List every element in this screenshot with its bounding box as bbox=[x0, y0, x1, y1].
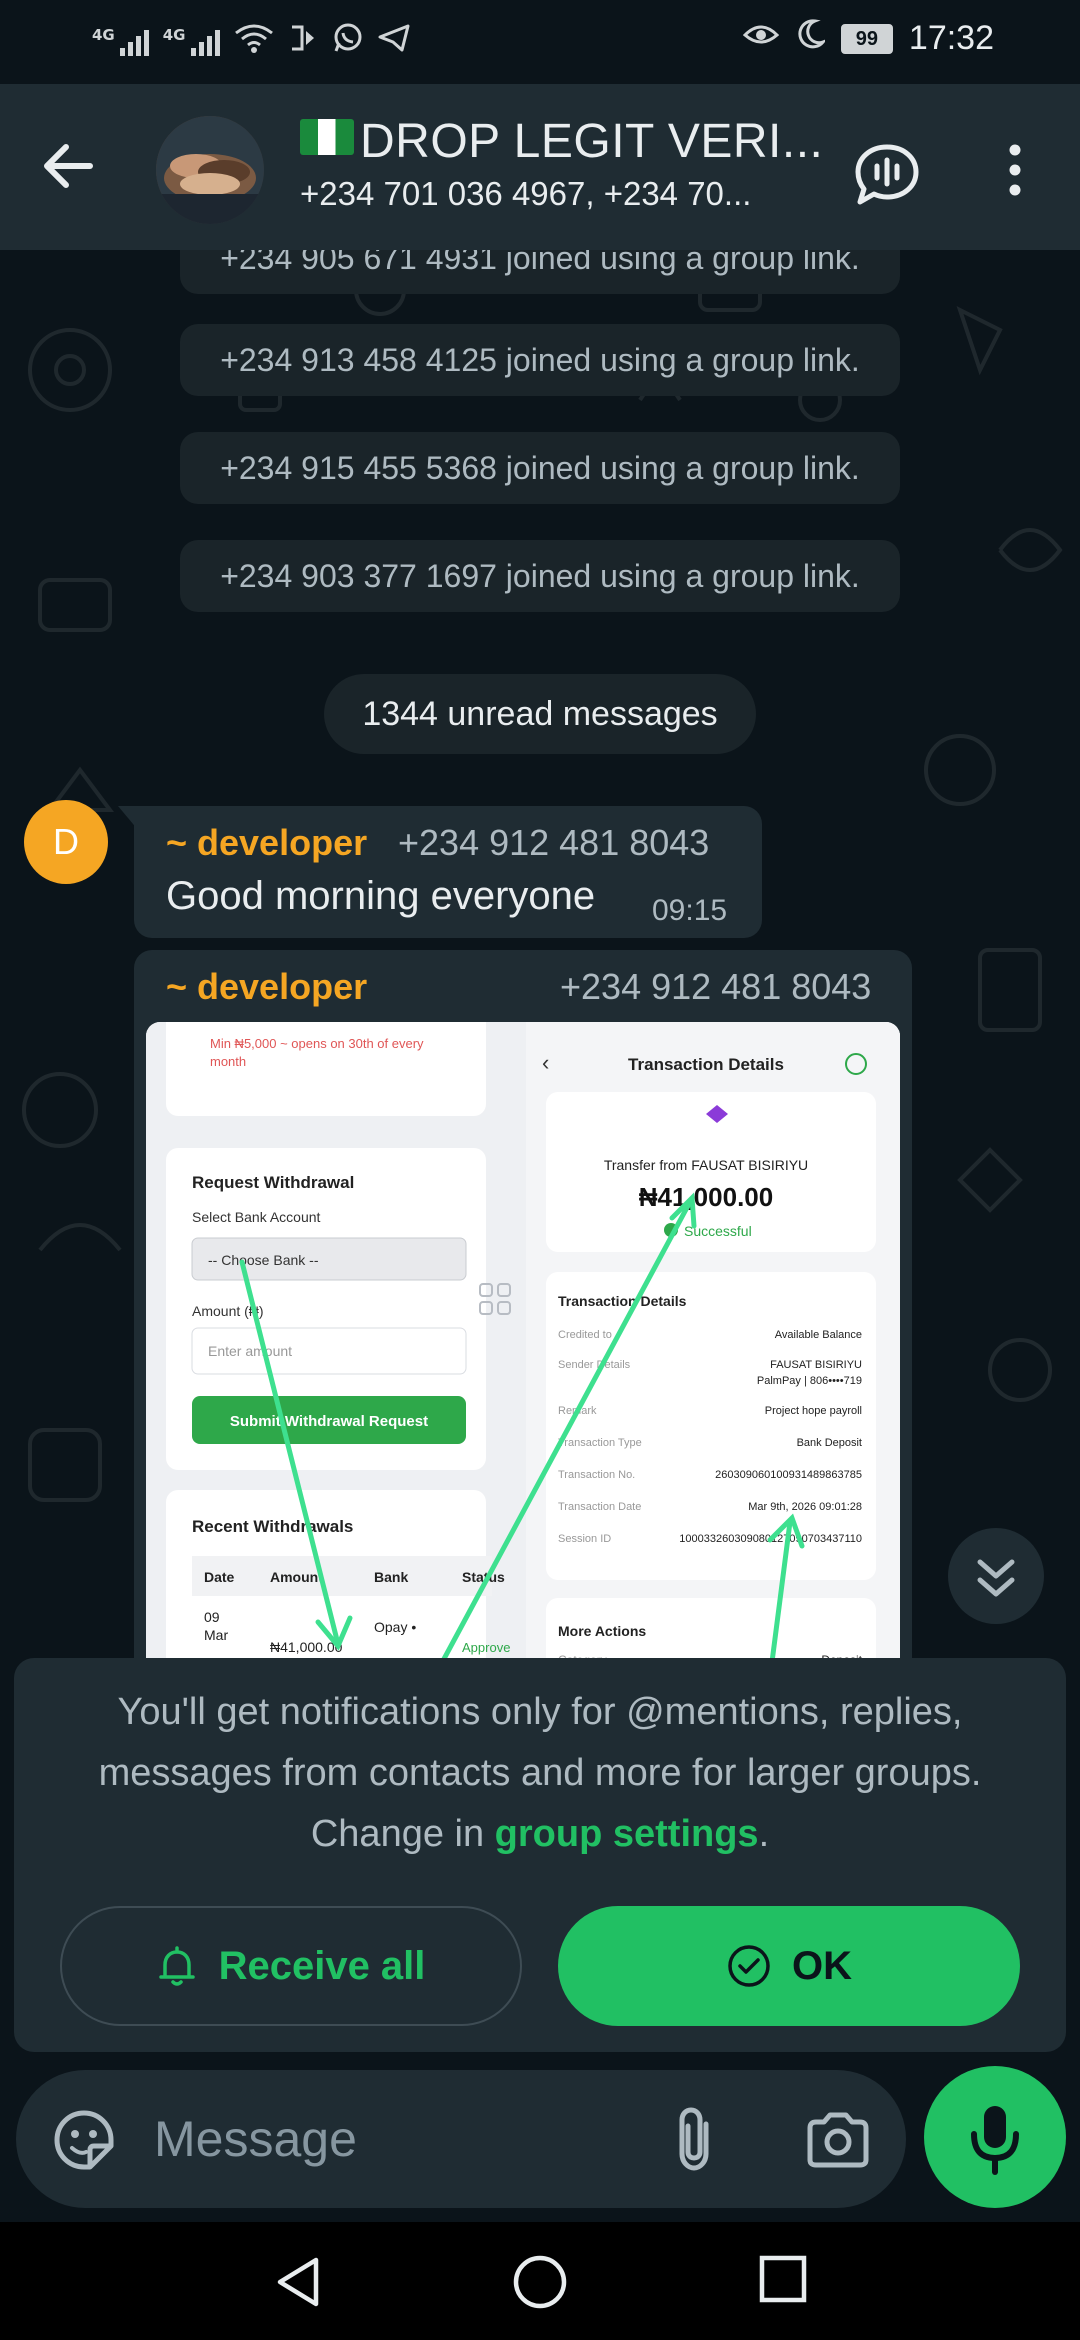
svg-text:PalmPay | 806••••719: PalmPay | 806••••719 bbox=[757, 1375, 862, 1387]
svg-text:Transaction Date: Transaction Date bbox=[558, 1501, 641, 1513]
select-bank-label: Select Bank Account bbox=[192, 1209, 321, 1225]
svg-text:Credited to: Credited to bbox=[558, 1329, 612, 1341]
clock: 17:32 bbox=[908, 19, 994, 57]
svg-text:Bank Deposit: Bank Deposit bbox=[797, 1437, 862, 1449]
status-icons-left: 4G 4G bbox=[92, 22, 410, 59]
back-arrow-icon[interactable] bbox=[38, 136, 98, 196]
recent-withdrawals-title: Recent Withdrawals bbox=[192, 1517, 353, 1536]
more-actions-title: More Actions bbox=[558, 1623, 646, 1639]
transfer-from: Transfer from FAUSAT BISIRIYU bbox=[604, 1157, 808, 1173]
svg-text:Sender Details: Sender Details bbox=[558, 1359, 631, 1371]
chat-header: DROP LEGIT VERI... +234 701 036 4967, +2… bbox=[0, 84, 1080, 250]
unread-messages-banner: 1344 unread messages bbox=[324, 674, 756, 754]
svg-text:Session ID: Session ID bbox=[558, 1533, 611, 1545]
nav-back-triangle-icon[interactable] bbox=[272, 2254, 326, 2315]
message-input[interactable] bbox=[154, 2104, 654, 2174]
group-settings-link[interactable]: group settings bbox=[495, 1813, 759, 1855]
status-icons-right: 99 17:32 bbox=[742, 18, 994, 59]
battery-indicator: 99 bbox=[840, 23, 893, 54]
ok-label: OK bbox=[792, 1943, 852, 1988]
camera-icon[interactable] bbox=[806, 2112, 870, 2173]
row-month: Mar bbox=[204, 1627, 228, 1643]
nigeria-flag-icon bbox=[300, 119, 354, 155]
notification-notice-card: You'll get notifications only for @menti… bbox=[14, 1658, 1066, 2052]
notice-period: . bbox=[758, 1813, 770, 1855]
more-options-icon[interactable] bbox=[1000, 140, 1030, 200]
row-bank: Opay • bbox=[374, 1619, 416, 1635]
receive-all-button[interactable]: Receive all bbox=[60, 1906, 522, 2026]
sender-name[interactable]: ~ developer bbox=[166, 822, 367, 864]
whatsapp-notification-icon bbox=[332, 22, 364, 59]
svg-text:Project hope payroll: Project hope payroll bbox=[765, 1405, 862, 1417]
group-title: DROP LEGIT VERI... bbox=[300, 114, 820, 169]
row-status: Approve bbox=[462, 1640, 510, 1655]
td-back-icon: ‹ bbox=[542, 1050, 549, 1075]
table-header-date: Date bbox=[204, 1569, 235, 1585]
sender-name[interactable]: ~ developer bbox=[166, 966, 367, 1008]
notice-text: You'll get notifications only for @menti… bbox=[54, 1682, 1026, 1865]
system-message: +234 915 455 5368 joined using a group l… bbox=[180, 432, 900, 504]
ok-button[interactable]: OK bbox=[558, 1906, 1020, 2026]
system-navigation-bar bbox=[0, 2222, 1080, 2340]
table-header-amount: Amount bbox=[270, 1569, 323, 1585]
paperclip-attach-icon[interactable] bbox=[670, 2106, 718, 2177]
svg-text:Mar 9th, 2026 09:01:28: Mar 9th, 2026 09:01:28 bbox=[748, 1501, 862, 1513]
details-section-title: Transaction Details bbox=[558, 1293, 687, 1309]
nav-recents-square-icon[interactable] bbox=[758, 2254, 808, 2309]
emoji-sticker-icon[interactable] bbox=[52, 2108, 116, 2177]
cell-signal-2-icon: 4G bbox=[163, 26, 220, 56]
eye-comfort-icon bbox=[742, 19, 780, 58]
microphone-icon bbox=[971, 2106, 1019, 2175]
message-composer bbox=[16, 2070, 906, 2208]
sender-phone: +234 912 481 8043 bbox=[560, 966, 872, 1007]
message-time: 09:15 bbox=[652, 894, 728, 927]
double-chevron-down-icon bbox=[977, 1559, 1015, 1597]
scroll-to-bottom-button[interactable] bbox=[948, 1528, 1044, 1624]
message-bubble[interactable]: ~ developer +234 912 481 8043 Good morni… bbox=[134, 806, 762, 938]
receive-all-label: Receive all bbox=[218, 1943, 426, 1988]
voice-message-button[interactable] bbox=[924, 2066, 1066, 2208]
cell-signal-1-icon: 4G bbox=[92, 26, 149, 56]
request-withdrawal-title: Request Withdrawal bbox=[192, 1173, 354, 1192]
cast-icon bbox=[288, 23, 318, 58]
svg-text:260309060100931489863785: 260309060100931489863785 bbox=[715, 1469, 862, 1481]
min-note: Min ₦5,000 ~ opens on 30th of every bbox=[210, 1036, 424, 1051]
system-message: +234 903 377 1697 joined using a group l… bbox=[180, 540, 900, 612]
svg-text:Transaction No.: Transaction No. bbox=[558, 1469, 635, 1481]
voice-chat-icon[interactable] bbox=[854, 144, 920, 205]
system-message: +234 905 671 4931 joined using a group l… bbox=[180, 250, 900, 294]
status-bar: 4G 4G 99 17:32 bbox=[0, 0, 1080, 84]
bell-icon bbox=[158, 1946, 195, 1986]
min-note-2: month bbox=[210, 1054, 246, 1069]
group-avatar[interactable] bbox=[156, 116, 264, 224]
system-message: +234 913 458 4125 joined using a group l… bbox=[180, 324, 900, 396]
nav-home-circle-icon[interactable] bbox=[512, 2254, 568, 2315]
submit-withdrawal-button: Submit Withdrawal Request bbox=[230, 1413, 428, 1430]
amount-placeholder: Enter amount bbox=[208, 1343, 292, 1359]
svg-text:Transaction Type: Transaction Type bbox=[558, 1437, 642, 1449]
transaction-details-title: Transaction Details bbox=[628, 1055, 784, 1074]
wifi-icon bbox=[234, 23, 274, 59]
group-info[interactable]: DROP LEGIT VERI... +234 701 036 4967, +2… bbox=[300, 114, 820, 213]
telegram-notification-icon bbox=[378, 23, 410, 58]
check-circle-icon bbox=[728, 1945, 770, 1987]
do-not-disturb-moon-icon bbox=[795, 18, 828, 59]
svg-text:Available Balance: Available Balance bbox=[775, 1329, 862, 1341]
sender-avatar[interactable]: D bbox=[24, 800, 108, 884]
sender-phone: +234 912 481 8043 bbox=[398, 822, 710, 863]
svg-text:FAUSAT BISIRIYU: FAUSAT BISIRIYU bbox=[770, 1359, 862, 1371]
table-header-bank: Bank bbox=[374, 1569, 408, 1585]
row-date: 09 bbox=[204, 1609, 220, 1625]
group-participants: +234 701 036 4967, +234 70... bbox=[300, 175, 752, 212]
transfer-amount: ₦41,000.00 bbox=[639, 1182, 773, 1212]
group-name: DROP LEGIT VERI... bbox=[360, 115, 820, 168]
bank-select: -- Choose Bank -- bbox=[208, 1252, 319, 1268]
message-text: Good morning everyone bbox=[166, 874, 596, 918]
